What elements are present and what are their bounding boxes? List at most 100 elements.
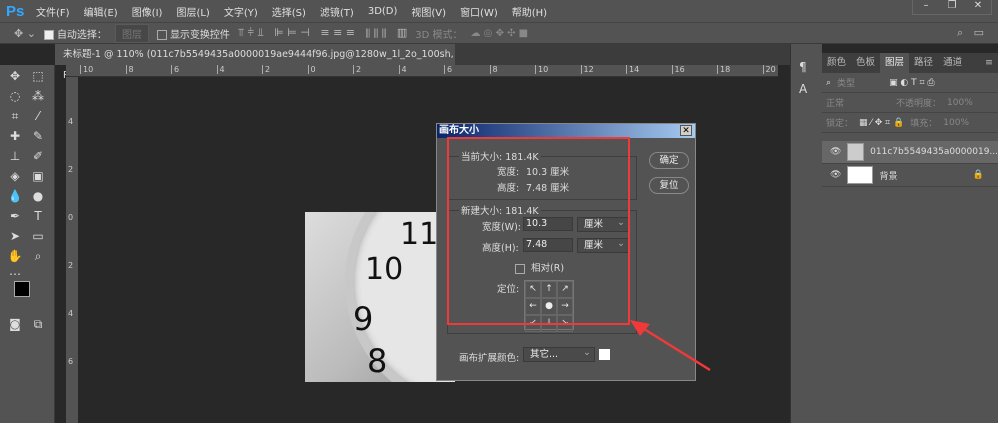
blend-row: 正常 不透明度： 100% <box>822 93 998 113</box>
menu-3d[interactable]: 3D(D) <box>368 6 398 17</box>
tools-panel: ✥ ⬚ ◌ ⁂ ⌗ ⁄ ✚ ✎ ⊥ ✐ ◈ ▣ 💧 ● ✒ T ➤ ▭ ✋ ⌕ … <box>0 65 55 423</box>
tab-swatches[interactable]: 色板 <box>851 53 880 73</box>
extension-color-swatch[interactable] <box>599 349 610 360</box>
layer-thumbnail <box>847 143 865 161</box>
screen-mode-icon[interactable]: ⧉ <box>28 315 48 333</box>
clock-image: 11 10 9 8 <box>305 212 455 382</box>
paragraph-panel-icon[interactable]: ¶ <box>799 60 822 74</box>
menu-view[interactable]: 视图(V) <box>411 4 446 19</box>
panel-dock-strip: ¶ A <box>790 44 822 423</box>
layer-row-image[interactable]: 👁 011c7b5549435a0000019... <box>822 141 998 164</box>
ok-button[interactable]: 确定 <box>649 152 689 169</box>
move-tool-icon[interactable]: ✥ ⌄ <box>14 27 36 40</box>
crop-tool-icon[interactable]: ⌗ <box>5 107 25 125</box>
clock-number-8: 8 <box>367 342 388 380</box>
auto-select-checkbox[interactable]: 自动选择： <box>43 26 107 41</box>
align-icons[interactable]: ⫪ ⫩ ⫫ ⊫ ⊨ ⊣ ≡ ≡ ≡ ⫴ ⫴ ⫴ ▥ <box>238 26 407 40</box>
dialog-close-button[interactable]: ✕ <box>680 125 692 136</box>
menu-file[interactable]: 文件(F) <box>36 4 70 19</box>
menu-type[interactable]: 文字(Y) <box>224 4 258 19</box>
ruler-tick-label: 2 <box>68 165 74 174</box>
checkbox-checked-icon <box>43 29 54 40</box>
layers-panel: 颜色 色板 图层 路径 通道 ≡ ⌕ 类型 ▣ ◐ T ⌗ ⎙ 正常 不透明度： 100… <box>822 53 998 423</box>
opacity-label: 不透明度： <box>896 99 942 109</box>
brush-tool-icon[interactable]: ✎ <box>28 127 48 145</box>
zoom-tool-icon[interactable]: ⌕ <box>28 247 48 265</box>
fill-input[interactable]: 100% <box>943 118 969 128</box>
clock-number-10: 10 <box>365 252 404 287</box>
dialog-title: 画布大小 <box>439 125 479 136</box>
tab-color[interactable]: 颜色 <box>822 53 851 73</box>
stamp-tool-icon[interactable]: ⊥ <box>5 147 25 165</box>
ps-logo: Ps <box>6 2 25 20</box>
document-tab[interactable]: 未标题-1 @ 110% (011c7b5549435a0000019ae944… <box>55 44 455 81</box>
auto-select-target[interactable]: 图层 <box>114 23 149 43</box>
horizontal-ruler: 10 8 6 4 2 0 2 4 6 8 10 12 14 16 18 20 <box>66 65 778 77</box>
reset-button[interactable]: 复位 <box>649 177 689 194</box>
eye-icon[interactable]: 👁 <box>830 170 841 180</box>
ruler-tick-label: 0 <box>68 213 74 222</box>
lock-icon: 🔒 <box>972 170 984 180</box>
hand-tool-icon[interactable]: ✋ <box>5 247 25 265</box>
gradient-tool-icon[interactable]: ▣ <box>28 167 48 185</box>
eye-icon[interactable]: 👁 <box>830 147 841 157</box>
panel-menu-icon[interactable]: ≡ <box>980 53 998 73</box>
menu-help[interactable]: 帮助(H) <box>512 4 547 19</box>
layer-name: 011c7b5549435a0000019... <box>870 147 998 157</box>
close-window-button[interactable]: ✕ <box>965 0 991 14</box>
search-icon[interactable]: ⌕ ▭ <box>957 26 984 40</box>
ruler-tick-label: 4 <box>68 117 74 126</box>
path-select-icon[interactable]: ➤ <box>5 227 25 245</box>
menu-layer[interactable]: 图层(L) <box>176 4 209 19</box>
blend-mode-select[interactable]: 正常 <box>826 96 890 109</box>
menu-edit[interactable]: 编辑(E) <box>84 4 118 19</box>
ruler-tick-label: 12 <box>580 65 594 74</box>
tab-paths[interactable]: 路径 <box>909 53 938 73</box>
layer-filter-row: ⌕ 类型 ▣ ◐ T ⌗ ⎙ <box>822 73 998 93</box>
show-transform-checkbox[interactable]: 显示变换控件 <box>156 26 230 41</box>
eraser-tool-icon[interactable]: ◈ <box>5 167 25 185</box>
restore-button[interactable]: ❐ <box>939 0 965 14</box>
3d-tools-icons[interactable]: ☁ ◎ ✥ ✣ ■ <box>470 28 528 39</box>
highlight-box <box>447 137 630 325</box>
extension-color-select[interactable]: 其它... <box>523 346 595 362</box>
lasso-tool-icon[interactable]: ◌ <box>5 87 25 105</box>
opacity-input[interactable]: 100% <box>947 98 973 108</box>
foreground-color-swatch[interactable] <box>14 281 30 297</box>
layer-name: 背景 <box>879 171 898 182</box>
ruler-tick-label: 20 <box>762 65 776 74</box>
blur-tool-icon[interactable]: 💧 <box>5 187 25 205</box>
menu-window[interactable]: 窗口(W) <box>460 4 498 19</box>
ruler-tick-label: 2 <box>68 261 74 270</box>
layer-row-background[interactable]: 👁 背景 🔒 <box>822 164 998 187</box>
tab-layers[interactable]: 图层 <box>880 53 910 73</box>
lock-icons[interactable]: ▦ ⁄ ✥ ⌗ 🔒 <box>859 118 904 128</box>
options-bar: ✥ ⌄ 自动选择： 图层 显示变换控件 ⫪ ⫩ ⫫ ⊫ ⊨ ⊣ ≡ ≡ ≡ ⫴ … <box>0 22 998 44</box>
move-tool-icon[interactable]: ✥ <box>5 67 25 85</box>
tab-channels[interactable]: 通道 <box>938 53 967 73</box>
eyedropper-icon[interactable]: ⁄ <box>28 107 48 125</box>
ruler-tick-label: 18 <box>717 65 730 74</box>
ruler-tick-label: 4 <box>68 309 74 318</box>
auto-select-label: 自动选择： <box>56 29 107 41</box>
filter-type-select[interactable]: 类型 <box>837 76 855 89</box>
menu-select[interactable]: 选择(S) <box>272 4 306 19</box>
magic-wand-icon[interactable]: ⁂ <box>28 87 48 105</box>
menu-image[interactable]: 图像(I) <box>132 4 163 19</box>
ruler-tick-label: 14 <box>626 65 639 74</box>
filter-icons[interactable]: ▣ ◐ T ⌗ ⎙ <box>889 78 935 88</box>
pen-tool-icon[interactable]: ✒ <box>5 207 25 225</box>
ruler-tick-label: 4 <box>398 65 407 74</box>
filter-search-icon: ⌕ <box>826 77 832 88</box>
rectangle-tool-icon[interactable]: ▭ <box>28 227 48 245</box>
history-brush-icon[interactable]: ✐ <box>28 147 48 165</box>
type-tool-icon[interactable]: T <box>28 207 48 225</box>
menu-filter[interactable]: 滤镜(T) <box>320 4 354 19</box>
minimize-button[interactable]: – <box>913 0 939 14</box>
character-panel-icon[interactable]: A <box>799 82 822 96</box>
dodge-tool-icon[interactable]: ● <box>28 187 48 205</box>
marquee-tool-icon[interactable]: ⬚ <box>28 67 48 85</box>
healing-brush-icon[interactable]: ✚ <box>5 127 25 145</box>
document-tab-bar: 未标题-1 @ 110% (011c7b5549435a0000019ae944… <box>55 44 790 81</box>
quick-mask-icon[interactable]: ◙ <box>5 315 25 333</box>
